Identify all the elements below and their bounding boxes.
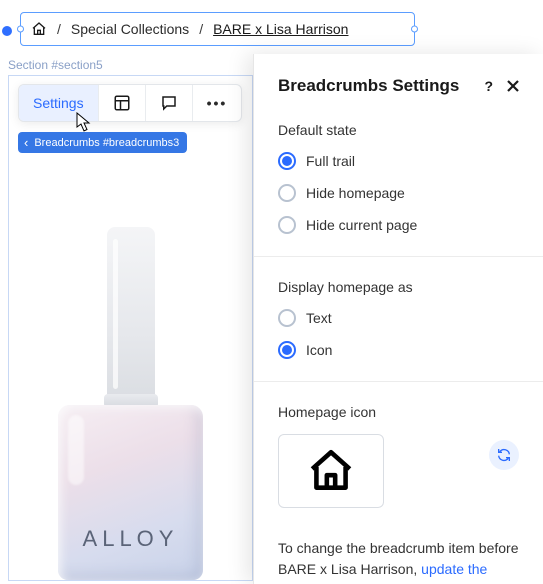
element-toolbar: Settings ••• [18, 84, 242, 122]
option-full-trail[interactable]: Full trail [278, 152, 521, 170]
product-area: ALLOY [9, 156, 252, 580]
more-button[interactable]: ••• [193, 85, 242, 121]
layout-button[interactable] [99, 85, 146, 121]
settings-panel: Breadcrumbs Settings ? Default state Ful… [253, 54, 543, 584]
radio-icon [278, 216, 296, 234]
radio-icon [278, 184, 296, 202]
comment-icon [160, 94, 178, 112]
group-title-default-state: Default state [278, 122, 521, 138]
divider [254, 256, 543, 257]
product-bottle: ALLOY [58, 227, 203, 580]
layout-icon [113, 94, 131, 112]
breadcrumb-element[interactable]: / Special Collections / BARE x Lisa Harr… [20, 12, 415, 46]
radio-icon [278, 309, 296, 327]
home-icon[interactable] [31, 21, 47, 37]
group-title-display-homepage: Display homepage as [278, 279, 521, 295]
settings-button-label: Settings [33, 95, 84, 111]
option-label: Full trail [306, 153, 355, 169]
option-label: Text [306, 310, 332, 326]
element-tag[interactable]: Breadcrumbs #breadcrumbs3 [18, 132, 187, 153]
replace-icon-button[interactable] [489, 440, 519, 470]
resize-handle-left[interactable] [17, 26, 24, 33]
group-default-state: Default state Full trail Hide homepage H… [278, 122, 521, 234]
radio-icon [278, 341, 296, 359]
option-label: Hide homepage [306, 185, 405, 201]
group-title-homepage-icon: Homepage icon [278, 404, 521, 420]
panel-header: Breadcrumbs Settings ? [278, 76, 521, 96]
product-brand-text: ALLOY [83, 526, 179, 552]
panel-title: Breadcrumbs Settings [278, 76, 459, 96]
group-display-homepage: Display homepage as Text Icon [278, 279, 521, 359]
bottle-body: ALLOY [58, 405, 203, 580]
more-icon: ••• [207, 95, 228, 111]
bottle-cap [107, 227, 155, 403]
resize-handle-right[interactable] [411, 26, 418, 33]
divider [254, 381, 543, 382]
selection-anchor-dot [2, 26, 12, 36]
option-text[interactable]: Text [278, 309, 521, 327]
section-label: Section #section5 [8, 58, 103, 72]
radio-icon [278, 152, 296, 170]
option-icon[interactable]: Icon [278, 341, 521, 359]
breadcrumb-item-current[interactable]: BARE x Lisa Harrison [213, 21, 348, 37]
comment-button[interactable] [146, 85, 193, 121]
element-tag-label: Breadcrumbs #breadcrumbs3 [34, 137, 179, 149]
group-homepage-icon: Homepage icon [278, 404, 521, 508]
option-label: Hide current page [306, 217, 417, 233]
breadcrumb-item-0[interactable]: Special Collections [71, 21, 189, 37]
settings-button[interactable]: Settings [19, 85, 99, 121]
close-icon[interactable] [505, 78, 521, 94]
breadcrumb-separator: / [57, 21, 61, 37]
help-text: To change the breadcrumb item before BAR… [278, 538, 521, 584]
breadcrumb-separator: / [199, 21, 203, 37]
homepage-icon-preview[interactable] [278, 434, 384, 508]
help-icon[interactable]: ? [484, 78, 493, 94]
option-label: Icon [306, 342, 332, 358]
option-hide-current-page[interactable]: Hide current page [278, 216, 521, 234]
option-hide-homepage[interactable]: Hide homepage [278, 184, 521, 202]
